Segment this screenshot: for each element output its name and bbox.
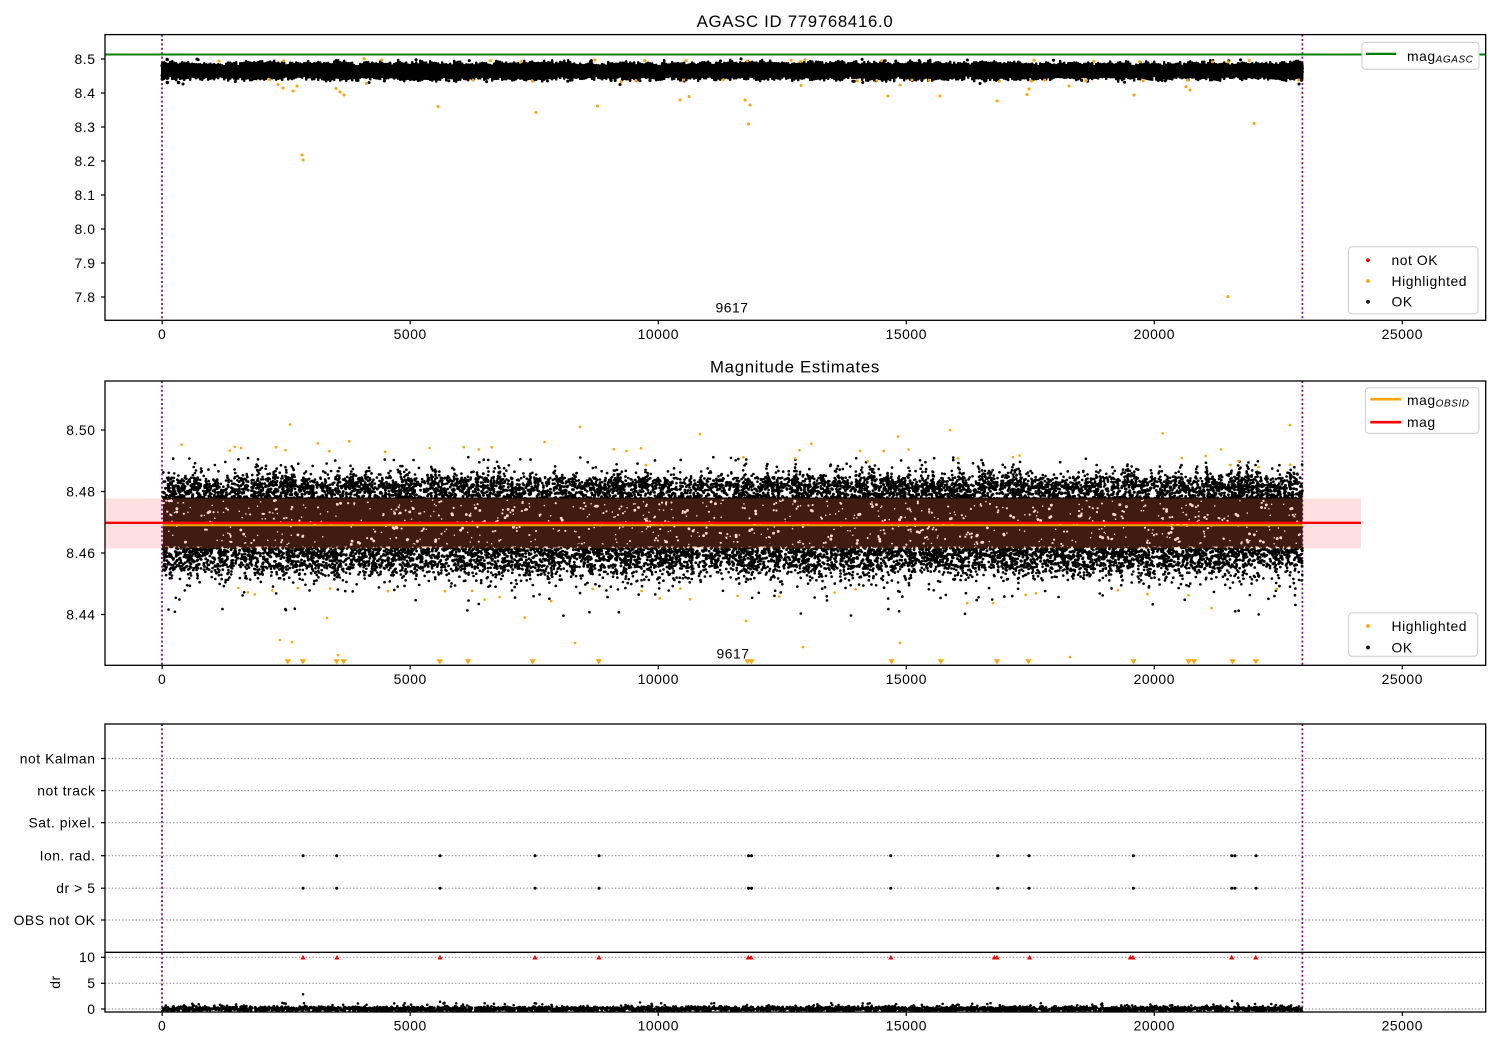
svg-text:15000: 15000 bbox=[886, 326, 927, 342]
svg-text:5000: 5000 bbox=[394, 326, 427, 342]
svg-text:10000: 10000 bbox=[638, 326, 679, 342]
svg-text:8.50: 8.50 bbox=[66, 422, 95, 438]
svg-text:0: 0 bbox=[158, 326, 166, 342]
svg-text:dr: dr bbox=[47, 975, 63, 988]
svg-text:AGASC ID 779768416.0: AGASC ID 779768416.0 bbox=[697, 12, 894, 31]
svg-text:7.8: 7.8 bbox=[75, 289, 96, 305]
svg-text:0: 0 bbox=[158, 671, 166, 687]
svg-text:20000: 20000 bbox=[1134, 1018, 1175, 1034]
svg-text:25000: 25000 bbox=[1382, 671, 1423, 687]
svg-text:9617: 9617 bbox=[716, 646, 749, 662]
svg-text:8.3: 8.3 bbox=[75, 119, 96, 135]
svg-text:25000: 25000 bbox=[1382, 1018, 1423, 1034]
svg-text:5000: 5000 bbox=[394, 1018, 427, 1034]
svg-text:25000: 25000 bbox=[1382, 326, 1423, 342]
svg-text:Ion. rad.: Ion. rad. bbox=[40, 848, 96, 864]
svg-text:not OK: not OK bbox=[1392, 252, 1439, 268]
svg-text:8.46: 8.46 bbox=[66, 545, 95, 561]
svg-text:0: 0 bbox=[158, 1018, 166, 1034]
svg-text:7.9: 7.9 bbox=[75, 255, 96, 271]
svg-text:5000: 5000 bbox=[394, 671, 427, 687]
svg-text:OK: OK bbox=[1392, 639, 1413, 655]
svg-text:Magnitude Estimates: Magnitude Estimates bbox=[710, 358, 880, 377]
svg-text:OBS not OK: OBS not OK bbox=[14, 912, 96, 928]
svg-text:dr > 5: dr > 5 bbox=[56, 880, 95, 896]
svg-text:15000: 15000 bbox=[886, 1018, 927, 1034]
svg-text:8.2: 8.2 bbox=[75, 153, 96, 169]
svg-text:Sat. pixel.: Sat. pixel. bbox=[28, 815, 95, 831]
svg-text:10: 10 bbox=[79, 949, 96, 965]
svg-text:8.4: 8.4 bbox=[75, 85, 96, 101]
svg-text:Highlighted: Highlighted bbox=[1392, 273, 1468, 289]
svg-text:0: 0 bbox=[87, 1001, 95, 1017]
svg-text:9617: 9617 bbox=[715, 300, 748, 316]
svg-text:20000: 20000 bbox=[1134, 326, 1175, 342]
svg-text:10000: 10000 bbox=[638, 1018, 679, 1034]
svg-text:OK: OK bbox=[1392, 294, 1413, 310]
svg-text:8.44: 8.44 bbox=[66, 606, 95, 622]
svg-text:not track: not track bbox=[37, 783, 95, 799]
svg-text:10000: 10000 bbox=[638, 671, 679, 687]
svg-text:mag: mag bbox=[1407, 414, 1436, 430]
svg-text:Highlighted: Highlighted bbox=[1392, 618, 1468, 634]
svg-text:15000: 15000 bbox=[886, 671, 927, 687]
svg-text:8.0: 8.0 bbox=[75, 221, 96, 237]
svg-text:8.5: 8.5 bbox=[75, 51, 96, 67]
svg-text:5: 5 bbox=[87, 975, 95, 991]
svg-text:20000: 20000 bbox=[1134, 671, 1175, 687]
svg-text:not Kalman: not Kalman bbox=[20, 750, 96, 766]
svg-text:8.48: 8.48 bbox=[66, 483, 95, 499]
svg-text:8.1: 8.1 bbox=[75, 187, 96, 203]
